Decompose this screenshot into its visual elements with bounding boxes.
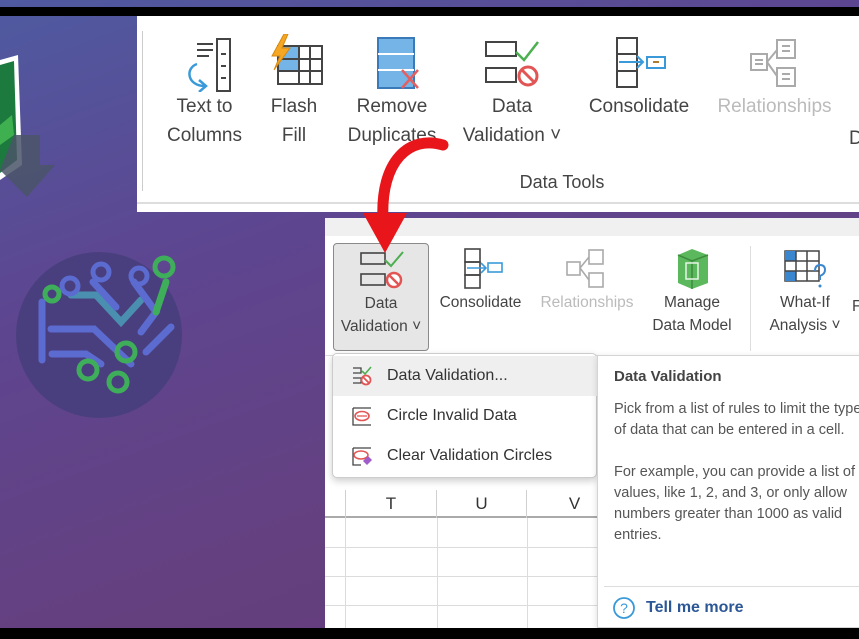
relationships-button[interactable]: Relationships [707,36,842,121]
button-label: Data Model [652,317,732,334]
button-label: Consolidate [588,96,690,117]
flash-fill-icon [271,34,323,85]
button-label: Flash [270,96,318,117]
brand-logo-icon [16,252,182,418]
data-validation-tooltip: Data Validation Pick from a list of rule… [597,355,859,628]
top-ribbon-panel: Text to Columns Flash Fill Remove Duplic… [137,16,859,212]
column-header-t[interactable]: T [345,490,437,518]
data-validation-dropdown-menu: Data Validation... Circle Invalid Data C… [332,353,597,478]
consolidate-icon [616,37,666,88]
button-label: Relationships [540,294,634,311]
divider [604,586,859,587]
tooltip-example: For example, you can provide a list of v… [614,464,855,543]
button-label: Validation ˅ [462,125,562,146]
remove-duplicates-icon [377,37,419,89]
button-label: Data [491,96,533,117]
red-pointer-arrow-icon [363,137,449,253]
top-black-bar [0,7,859,16]
text-to-columns-icon [187,38,231,92]
consolidate-icon [463,248,503,289]
bottom-black-bar [0,628,859,639]
button-label: Fill [281,125,307,146]
tell-me-more-label: Tell me more [646,599,744,616]
truncated-button-label: D [849,128,859,149]
button-label: Data [364,295,398,312]
circle-invalid-data-icon [352,407,371,426]
grid-gap [325,478,597,490]
grid-row-line [325,576,597,577]
menu-item-label: Circle Invalid Data [387,407,517,424]
help-icon: ? [613,597,635,619]
relationships-button[interactable]: Relationships [533,247,641,314]
button-label: Relationships [717,96,832,117]
tooltip-title: Data Validation [614,368,722,385]
button-label: Analysis ˅ [769,317,841,334]
data-validation-icon [485,41,539,87]
what-if-analysis-button[interactable]: What-If Analysis ˅ [762,247,848,337]
grid-row-line [325,605,597,606]
menu-item-clear-validation-circles[interactable]: Clear Validation Circles [333,436,597,476]
consolidate-button[interactable]: Consolidate [580,36,698,121]
grid-col-line [437,518,438,628]
relationships-icon [749,39,796,87]
tell-me-more-link[interactable]: ? Tell me more [612,596,744,620]
remove-duplicates-button[interactable]: Remove Duplicates [337,36,447,150]
grid-col-line [527,518,528,628]
menu-item-data-validation[interactable]: Data Validation... [333,356,597,396]
menu-item-label: Data Validation... [387,367,508,384]
data-validation-button[interactable]: Data Validation ˅ [452,36,572,150]
grid-row-line [325,547,597,548]
divider [750,246,751,351]
relationships-icon [566,249,604,288]
tooltip-description: Pick from a list of rules to limit the t… [614,401,859,438]
menu-item-circle-invalid-data[interactable]: Circle Invalid Data [333,396,597,436]
button-label: Validation ˅ [340,318,422,335]
button-label: Columns [167,125,242,146]
button-label: What-If [780,294,830,311]
excel-logo-icon [0,55,55,197]
data-validation-icon [353,366,372,386]
truncated-button-label: F [852,298,859,315]
manage-data-model-icon [677,249,709,289]
group-label-data-tools: Data Tools [519,172,605,192]
divider [137,202,859,204]
manage-data-model-button[interactable]: Manage Data Model [644,247,740,337]
button-label: Text to [176,96,233,117]
button-label: Remove [356,96,428,117]
svg-text:?: ? [620,600,628,616]
clear-validation-circles-icon [352,447,372,466]
button-label: Consolidate [439,294,522,311]
grid-col-line [345,518,346,628]
column-header-u[interactable]: U [437,490,527,518]
what-if-analysis-icon [784,250,827,288]
button-label: Manage [663,294,720,311]
flash-fill-button[interactable]: Flash Fill [259,34,329,150]
divider [142,31,143,191]
text-to-columns-button[interactable]: Text to Columns [157,36,252,150]
menu-item-label: Clear Validation Circles [387,447,553,464]
